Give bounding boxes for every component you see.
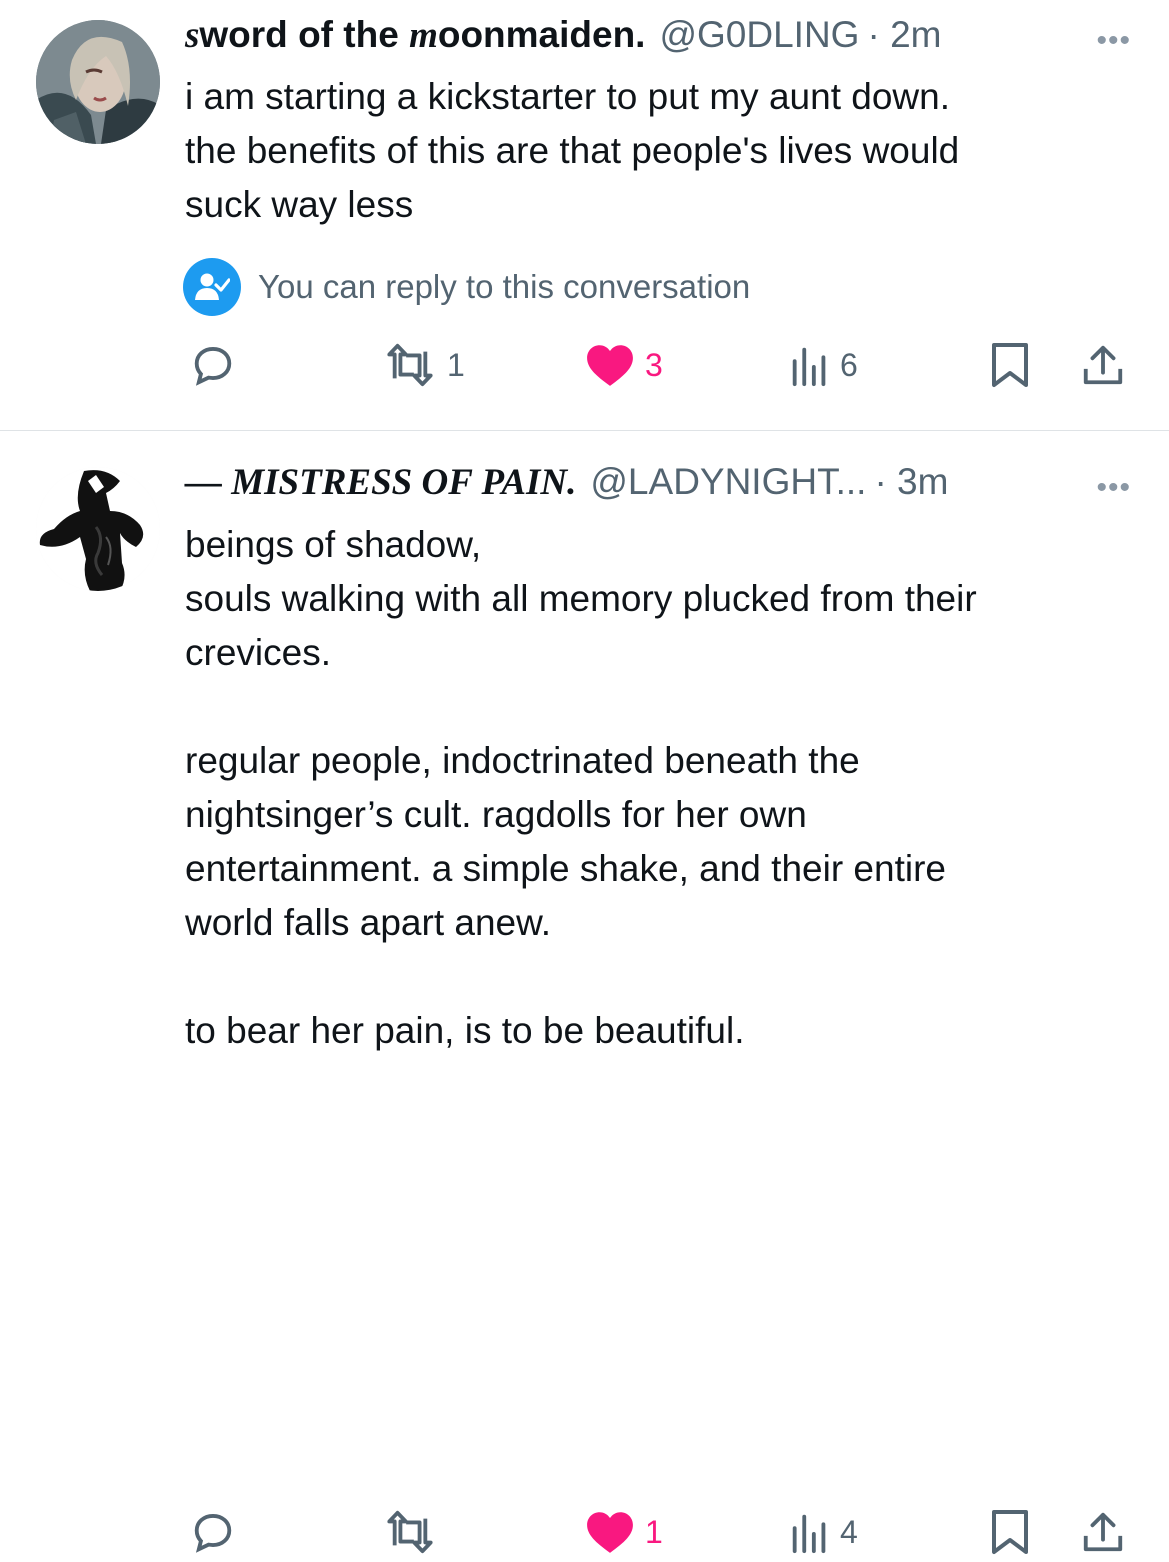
tweet-header: — MISTRESS OF PAIN. @LADYNIGHT... · 3m <box>185 461 948 511</box>
avatar[interactable] <box>36 20 160 144</box>
tweet-text-line: nightsinger’s cult. ragdolls for her own <box>185 794 807 835</box>
reply-button[interactable] <box>190 335 236 395</box>
views-icon <box>792 347 826 387</box>
tweet-text: beings of shadow, souls walking with all… <box>185 518 1145 1058</box>
like-button[interactable]: 1 <box>585 1502 663 1562</box>
tweet-text-line: i am starting a kickstarter to put my au… <box>185 76 950 117</box>
tweet-2[interactable]: — MISTRESS OF PAIN. @LADYNIGHT... · 3m •… <box>0 431 1169 1554</box>
share-icon <box>1083 345 1123 385</box>
reply-button[interactable] <box>190 1502 236 1562</box>
action-bar: 1 4 <box>0 1502 1169 1562</box>
heart-filled-icon <box>587 345 633 386</box>
retweet-icon <box>387 343 433 387</box>
tweet-1[interactable]: sword of the moonmaiden. @G0DLING · 2m •… <box>0 0 1169 430</box>
like-count: 3 <box>645 346 663 383</box>
more-options-icon[interactable]: ••• <box>1096 471 1131 505</box>
views-count: 6 <box>840 346 858 383</box>
bookmark-button[interactable] <box>990 335 1030 395</box>
timestamp[interactable]: · 3m <box>874 461 948 503</box>
tweet-text-line: entertainment. a simple shake, and their… <box>185 848 946 889</box>
views-icon <box>792 1514 826 1554</box>
tweet-text-line: regular people, indoctrinated beneath th… <box>185 740 860 781</box>
bookmark-button[interactable] <box>990 1502 1030 1562</box>
tweet-text-line: to bear her pain, is to be beautiful. <box>185 1010 745 1051</box>
views-button[interactable]: 4 <box>790 1502 858 1562</box>
like-count: 1 <box>645 1513 663 1550</box>
timestamp[interactable]: · 2m <box>867 14 941 56</box>
bookmark-icon <box>992 343 1028 387</box>
tweet-text-line: crevices. <box>185 632 331 673</box>
handle[interactable]: @LADYNIGHT... <box>590 461 866 503</box>
share-button[interactable] <box>1080 1502 1126 1562</box>
handle[interactable]: @G0DLING <box>659 14 859 56</box>
display-name[interactable]: sword of the moonmaiden. <box>185 14 645 57</box>
heart-filled-icon <box>587 1512 633 1553</box>
tweet-header: sword of the moonmaiden. @G0DLING · 2m <box>185 14 941 64</box>
retweet-count: 1 <box>447 346 465 383</box>
action-bar: 1 3 6 <box>0 335 1169 395</box>
conversation-note: You can reply to this conversation <box>183 258 750 316</box>
reply-icon <box>194 346 232 386</box>
views-button[interactable]: 6 <box>790 335 858 395</box>
like-button[interactable]: 3 <box>585 335 663 395</box>
conversation-note-text: You can reply to this conversation <box>258 268 751 305</box>
bookmark-icon <box>992 1510 1028 1554</box>
tweet-text-line: world falls apart anew. <box>185 902 552 943</box>
tweet-text-line: the benefits of this are that people's l… <box>185 130 960 171</box>
retweet-button[interactable] <box>383 1502 437 1562</box>
retweet-button[interactable]: 1 <box>383 335 465 395</box>
tweet-text-line: souls walking with all memory plucked fr… <box>185 578 977 619</box>
views-count: 4 <box>840 1513 858 1550</box>
reply-icon <box>194 1513 232 1553</box>
tweet-text-line: suck way less <box>185 184 414 225</box>
tweet-text: i am starting a kickstarter to put my au… <box>185 70 1145 232</box>
display-name[interactable]: — MISTRESS OF PAIN. <box>185 461 576 504</box>
tweet-text-line: beings of shadow, <box>185 524 482 565</box>
share-icon <box>1083 1512 1123 1552</box>
more-options-icon[interactable]: ••• <box>1096 24 1131 58</box>
retweet-icon <box>387 1510 433 1554</box>
share-button[interactable] <box>1080 335 1126 395</box>
avatar[interactable] <box>36 467 160 591</box>
user-check-icon <box>183 258 241 316</box>
